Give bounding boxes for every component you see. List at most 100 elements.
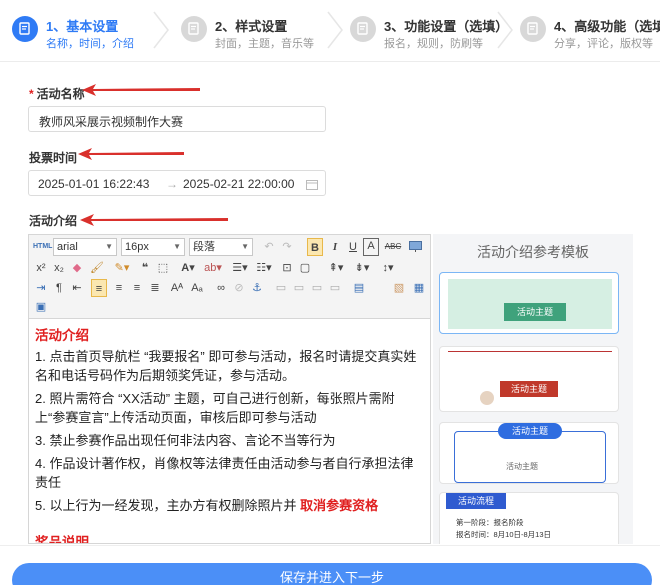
font-color-icon[interactable]: A▾ bbox=[177, 259, 199, 277]
template-card-4[interactable]: 活动流程 第一阶段：报名阶段 报名时间：8月10日-8月13日 bbox=[439, 492, 619, 544]
chevron-down-icon: ▼ bbox=[241, 242, 249, 251]
clear-format-icon[interactable]: ⬚ bbox=[155, 259, 171, 277]
superscript-icon[interactable]: x² bbox=[33, 259, 49, 277]
align-right-icon[interactable]: ≡ bbox=[129, 279, 145, 297]
link-icon[interactable]: ∞ bbox=[213, 279, 229, 297]
background-color-icon[interactable]: ab▾ bbox=[201, 259, 225, 277]
template-tag: 活动主题 bbox=[500, 381, 558, 397]
chevron-right-icon bbox=[327, 11, 343, 49]
content-item: 2. 照片需符合 “XX活动” 主题，可自己进行创新，每张照片需附上“参赛宣言”… bbox=[35, 391, 395, 425]
step-basic-settings[interactable]: 1、基本设置 名称，时间，介绍 bbox=[12, 12, 162, 52]
align-center-icon[interactable]: ≡ bbox=[111, 279, 127, 297]
vote-time-range-picker[interactable]: 2025-01-01 16:22:43 → 2025-02-21 22:00:0… bbox=[28, 170, 326, 196]
unordered-list-icon[interactable]: ☷▾ bbox=[253, 259, 275, 277]
paragraph-mark-icon[interactable]: ¶ bbox=[51, 279, 67, 297]
template-header-tag: 活动主题 bbox=[498, 423, 562, 439]
end-time-input[interactable]: 2025-02-21 22:00:00 bbox=[183, 177, 294, 191]
content-item: 3. 禁止参赛作品出现任何非法内容、言论不当等行为 bbox=[35, 433, 336, 448]
unlink-icon[interactable]: ⊘ bbox=[231, 279, 247, 297]
insert-table-icon[interactable]: ▦ bbox=[411, 279, 427, 297]
edit-form-icon bbox=[350, 16, 376, 42]
align-justify-icon[interactable]: ≣ bbox=[147, 279, 163, 297]
row-spacing-bottom-icon[interactable]: ⇟▾ bbox=[351, 259, 373, 277]
edit-form-icon bbox=[520, 16, 546, 42]
insert-image-icon[interactable]: ▧ bbox=[391, 279, 407, 297]
indent-icon[interactable]: ⇤ bbox=[69, 279, 85, 297]
step-subtitle: 分享，评论，版权等 bbox=[554, 38, 653, 50]
font-family-select[interactable]: arial ▼ bbox=[53, 238, 117, 256]
clear-doc-icon[interactable]: ▢ bbox=[297, 259, 313, 277]
content-item-text: 5. 以上行为一经发现，主办方有权删除照片并 bbox=[35, 498, 297, 513]
redo-icon[interactable]: ↷ bbox=[279, 238, 295, 256]
step-subtitle: 报名，规则，防刷等 bbox=[384, 38, 483, 50]
underline-button[interactable]: U bbox=[345, 238, 361, 256]
paragraph-select[interactable]: 段落 ▼ bbox=[189, 238, 253, 256]
italic-button[interactable]: I bbox=[327, 238, 343, 256]
activity-intro-label: 活动介绍 bbox=[29, 214, 78, 228]
step-function-settings[interactable]: 3、功能设置（选填） 报名，规则，防刷等 bbox=[350, 12, 510, 52]
row-spacing-top-icon[interactable]: ⇞▾ bbox=[325, 259, 347, 277]
template-card-2[interactable]: 活动主题 bbox=[439, 346, 619, 412]
image-center-icon[interactable]: ▭ bbox=[327, 279, 343, 297]
editor-content[interactable]: 活动介绍 1. 点击首页导航栏 “我要报名” 即可参与活动，报名时请提交真实姓名… bbox=[29, 320, 430, 543]
chevron-right-icon bbox=[153, 11, 169, 49]
template-card-3[interactable]: 活动主题 活动主题 bbox=[439, 422, 619, 484]
activity-name-input[interactable]: 教师风采展示视频制作大赛 bbox=[28, 106, 326, 132]
save-and-next-button[interactable]: 保存并进入下一步 bbox=[12, 563, 652, 585]
step-title: 3、功能设置（选填） bbox=[384, 19, 509, 34]
steps-bar: 1、基本设置 名称，时间，介绍 2、样式设置 封面，主题，音乐等 3、功能设置（… bbox=[0, 0, 660, 62]
auto-format-icon[interactable]: ✎▾ bbox=[111, 259, 133, 277]
font-size-select[interactable]: 16px ▼ bbox=[121, 238, 185, 256]
align-left-icon[interactable]: ≡ bbox=[91, 279, 107, 297]
step-subtitle: 名称，时间，介绍 bbox=[46, 38, 134, 50]
red-arrow-annotation bbox=[82, 84, 200, 96]
font-case-lower-icon[interactable]: Aₐ bbox=[189, 279, 205, 297]
template-divider bbox=[448, 351, 612, 352]
content-item: 4. 作品设计著作权，肖像权等法律责任由活动参与者自行承担法律责任 bbox=[35, 456, 414, 490]
html-source-button[interactable]: HTML bbox=[33, 238, 52, 256]
step-title: 2、样式设置 bbox=[215, 19, 288, 34]
undo-icon[interactable]: ↶ bbox=[261, 238, 277, 256]
image-float-right-icon[interactable]: ▭ bbox=[309, 279, 325, 297]
red-arrow-annotation bbox=[80, 214, 228, 226]
font-case-upper-icon[interactable]: Aᴬ bbox=[169, 279, 185, 297]
activity-name-label-text: 活动名称 bbox=[36, 87, 85, 101]
content-item-emphasis: 取消参赛资格 bbox=[300, 498, 379, 513]
vote-time-label: 投票时间 bbox=[29, 151, 78, 165]
monitor-icon[interactable] bbox=[407, 238, 423, 256]
step-subtitle: 封面，主题，音乐等 bbox=[215, 38, 314, 50]
step-style-settings[interactable]: 2、样式设置 封面，主题，音乐等 bbox=[181, 12, 331, 52]
ordered-list-icon[interactable]: ☰▾ bbox=[229, 259, 251, 277]
step-advanced-settings[interactable]: 4、高级功能（选填） 分享，评论，版权等 bbox=[520, 12, 660, 52]
format-painter-icon[interactable]: 🖌 bbox=[89, 259, 105, 277]
rich-text-editor[interactable]: HTML arial ▼ 16px ▼ 段落 ▼ ↶ ↷ B I U A ABC x²… bbox=[28, 234, 431, 544]
subscript-icon[interactable]: x₂ bbox=[51, 259, 67, 277]
select-all-icon[interactable]: ⊡ bbox=[279, 259, 295, 277]
paragraph-value: 段落 bbox=[193, 241, 215, 253]
image-float-left-icon[interactable]: ▭ bbox=[291, 279, 307, 297]
font-family-value: arial bbox=[57, 241, 78, 253]
template-panel: 活动介绍参考模板 活动主题 活动主题 活动主题 活动主题 活动流程 第一阶段：报… bbox=[433, 234, 633, 544]
range-separator: → bbox=[166, 177, 178, 191]
bold-button[interactable]: B bbox=[307, 238, 323, 256]
template-card-1[interactable]: 活动主题 bbox=[439, 272, 619, 334]
anchor-icon[interactable]: ⚓ bbox=[249, 279, 265, 297]
eraser-icon[interactable]: ◆ bbox=[69, 259, 85, 277]
template-tag: 活动主题 bbox=[504, 303, 566, 321]
line-height-icon[interactable]: ↕▾ bbox=[377, 259, 399, 277]
insert-video-icon[interactable]: ▤ bbox=[351, 279, 367, 297]
start-time-input[interactable]: 2025-01-01 16:22:43 bbox=[38, 177, 149, 191]
quote-icon[interactable]: ❝ bbox=[137, 259, 153, 277]
font-size-value: 16px bbox=[125, 241, 149, 253]
calendar-icon[interactable] bbox=[306, 179, 318, 190]
red-arrow-annotation bbox=[78, 148, 184, 160]
save-icon[interactable]: ▣ bbox=[33, 298, 49, 316]
direction-ltr-icon[interactable]: ⇥ bbox=[33, 279, 49, 297]
image-float-none-icon[interactable]: ▭ bbox=[273, 279, 289, 297]
edit-form-icon bbox=[12, 16, 38, 42]
step-title: 4、高级功能（选填） bbox=[554, 19, 660, 34]
font-border-button[interactable]: A bbox=[363, 238, 379, 256]
required-mark: * bbox=[29, 87, 34, 101]
template-line: 报名时间：8月10日-8月13日 bbox=[456, 530, 552, 539]
strikethrough-button[interactable]: ABC bbox=[383, 238, 403, 256]
